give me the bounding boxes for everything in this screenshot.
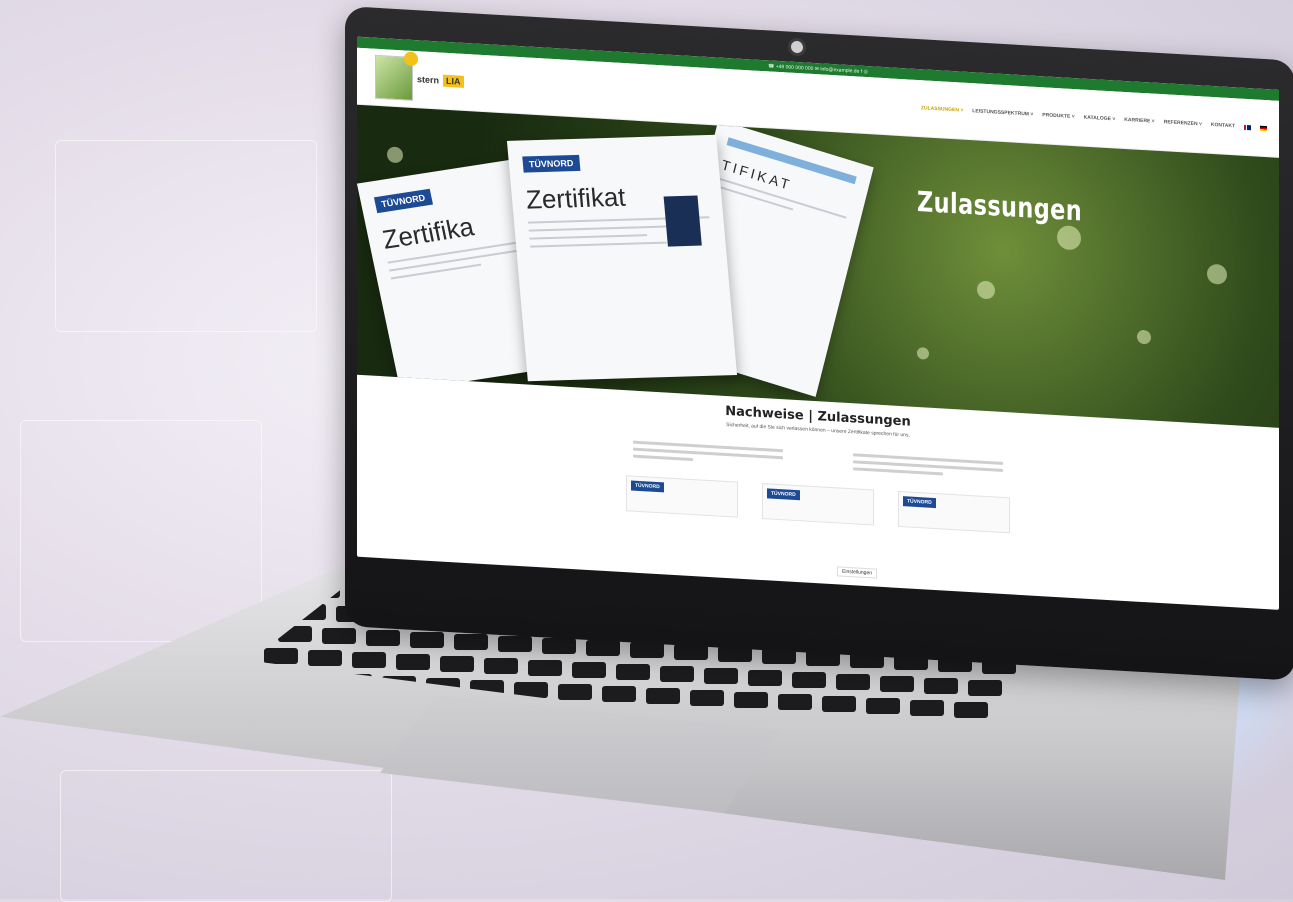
certificate-text-line: [530, 241, 667, 248]
menu-item-produkte[interactable]: PRODUKTE ˅: [1042, 112, 1074, 120]
logo-text: stern: [417, 74, 440, 86]
keyboard-key: [322, 628, 356, 644]
text-block: [853, 449, 1003, 483]
keyboard-key: [748, 670, 782, 686]
keyboard-key: [396, 654, 430, 670]
bokeh-light: [977, 280, 995, 300]
keyboard-key: [410, 632, 444, 648]
keyboard-key: [602, 686, 636, 702]
keyboard-key: [558, 684, 592, 700]
certificate-thumbnail[interactable]: TÜVNORD: [762, 483, 874, 526]
bokeh-light: [1207, 263, 1227, 285]
keyboard-key: [660, 666, 694, 682]
keyboard-key: [866, 698, 900, 714]
keyboard-key: [924, 678, 958, 694]
laptop-lid: ☎ +49 000 000 000 ✉ info@example.de f ◎ …: [345, 6, 1293, 681]
certificate-seal: [663, 195, 702, 247]
tuv-badge: TÜVNORD: [767, 488, 800, 501]
certificate-text-line: [390, 263, 482, 280]
german-flag-icon[interactable]: [1260, 125, 1267, 131]
certificate-heading: Zertifika: [379, 211, 477, 255]
tuv-badge: TÜVNORD: [522, 154, 580, 173]
keyboard-key: [630, 642, 664, 658]
keyboard-key: [454, 634, 488, 650]
keyboard-key: [572, 662, 606, 678]
menu-item-referenzen[interactable]: REFERENZEN ˅: [1164, 119, 1202, 127]
keyboard-key: [440, 656, 474, 672]
bokeh-light: [387, 146, 403, 164]
english-flag-icon[interactable]: [1244, 124, 1251, 130]
keyboard-key: [704, 668, 738, 684]
keyboard-key: [734, 692, 768, 708]
menu-item-karriere[interactable]: KARRIERE ˅: [1124, 117, 1154, 125]
keyboard-key: [792, 672, 826, 688]
certificate-text-line: [529, 234, 648, 240]
keyboard-key: [836, 674, 870, 690]
keyboard-key: [264, 648, 298, 664]
cookie-settings-button[interactable]: Einstellungen: [837, 566, 878, 579]
keyboard-key: [542, 638, 576, 654]
keyboard-key: [822, 696, 856, 712]
keyboard-key: [366, 630, 400, 646]
keyboard-key: [968, 680, 1002, 696]
bokeh-light: [1137, 329, 1151, 345]
logo-highlight: LIA: [443, 74, 464, 88]
camera-icon: [788, 37, 806, 57]
certificate-thumbnail[interactable]: TÜVNORD: [898, 490, 1010, 534]
text-line: [633, 454, 693, 462]
menu-item-zulassungen[interactable]: ZULASSUNGEN ˅: [921, 105, 963, 113]
text-line: [853, 467, 943, 476]
text-block: [633, 437, 783, 471]
site-logo[interactable]: stern LIA: [375, 54, 464, 104]
keyboard-key: [498, 636, 532, 652]
tuv-badge: TÜVNORD: [373, 188, 433, 214]
keyboard-key: [954, 702, 988, 718]
keyboard-key: [778, 694, 812, 710]
bokeh-light: [1057, 225, 1081, 251]
keyboard-key: [352, 652, 386, 668]
menu-item-leistungsspektrum[interactable]: LEISTUNGSSPEKTRUM ˅: [972, 108, 1033, 118]
keyboard-key: [646, 688, 680, 704]
certificate-card: TÜVNORD Zertifikat: [506, 134, 738, 382]
laptop-screen: ☎ +49 000 000 000 ✉ info@example.de f ◎ …: [357, 36, 1279, 610]
bokeh-light: [917, 346, 929, 360]
certificate-text-line: [528, 225, 674, 232]
hero-banner: TÜVNORD Zertifika TIFIKAT TÜVNORD Zertif…: [357, 104, 1279, 428]
laptop: ☎ +49 000 000 000 ✉ info@example.de f ◎ …: [0, 0, 1293, 899]
keyboard-key: [484, 658, 518, 674]
main-menu: ZULASSUNGEN ˅ LEISTUNGSSPEKTRUM ˅ PRODUK…: [921, 105, 1267, 131]
logo-mark-icon: [375, 54, 413, 101]
tuv-badge: TÜVNORD: [631, 480, 664, 493]
keyboard-key: [308, 650, 342, 666]
tuv-badge: TÜVNORD: [903, 496, 936, 509]
page-title: Zulassungen: [917, 184, 1083, 228]
menu-item-kontakt[interactable]: KONTAKT: [1211, 122, 1235, 129]
keyboard-key: [616, 664, 650, 680]
keyboard-key: [586, 640, 620, 656]
keyboard-key: [528, 660, 562, 676]
keyboard-key: [880, 676, 914, 692]
keyboard-key: [910, 700, 944, 716]
menu-item-kataloge[interactable]: KATALOGE ˅: [1084, 115, 1116, 123]
keyboard-key: [690, 690, 724, 706]
certificate-thumbnail[interactable]: TÜVNORD: [626, 475, 738, 518]
